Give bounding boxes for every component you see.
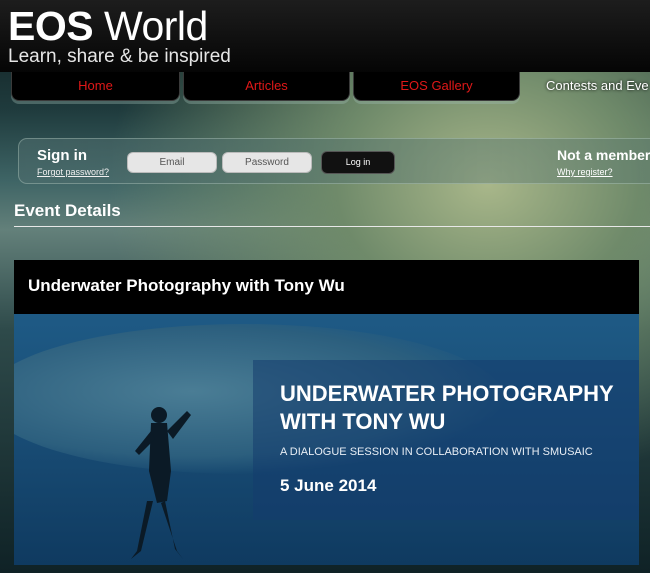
page-title: Event Details [14, 201, 121, 220]
forgot-password-link[interactable]: Forgot password? [37, 167, 109, 177]
logo-eos: EOS [8, 3, 94, 49]
nav-item-home[interactable]: Home [11, 72, 180, 101]
email-field[interactable]: Email [127, 152, 217, 173]
event-title: Underwater Photography with Tony Wu [28, 276, 345, 295]
title-divider [14, 226, 650, 227]
diver-silhouette [131, 407, 191, 559]
site-tagline: Learn, share & be inspired [8, 46, 231, 67]
banner-heading: UNDERWATER PHOTOGRAPHY WITH TONY WU [280, 380, 614, 436]
nav-item-eos-gallery[interactable]: EOS Gallery [353, 72, 520, 101]
site-logo[interactable]: EOS World Learn, share & be inspired [8, 4, 231, 68]
logo-wordmark: EOS World [8, 4, 231, 48]
banner-heading-line2: WITH TONY WU [280, 409, 446, 434]
nav-item-articles[interactable]: Articles [183, 72, 350, 101]
main-nav: Home Articles EOS Gallery Contests and E… [11, 72, 650, 108]
nav-item-contests-events[interactable]: Contests and Eve [546, 72, 650, 100]
site-header: EOS World Learn, share & be inspired [0, 0, 650, 72]
logo-world: World [104, 3, 208, 49]
not-member-heading: Not a member [557, 147, 650, 163]
signin-bar: Sign in Forgot password? Email Password … [18, 138, 650, 184]
banner-text-panel: UNDERWATER PHOTOGRAPHY WITH TONY WU A DI… [253, 360, 639, 520]
why-register-link[interactable]: Why register? [557, 167, 613, 177]
banner-heading-line1: UNDERWATER PHOTOGRAPHY [280, 381, 614, 406]
banner-subtitle: A DIALOGUE SESSION IN COLLABORATION WITH… [280, 446, 593, 458]
banner-date: 5 June 2014 [280, 476, 377, 495]
event-card: Underwater Photography with Tony Wu UNDE… [14, 260, 639, 565]
event-banner-image: UNDERWATER PHOTOGRAPHY WITH TONY WU A DI… [14, 314, 639, 565]
signin-title: Sign in [37, 147, 87, 164]
password-field[interactable]: Password [222, 152, 312, 173]
login-button[interactable]: Log in [321, 151, 395, 174]
